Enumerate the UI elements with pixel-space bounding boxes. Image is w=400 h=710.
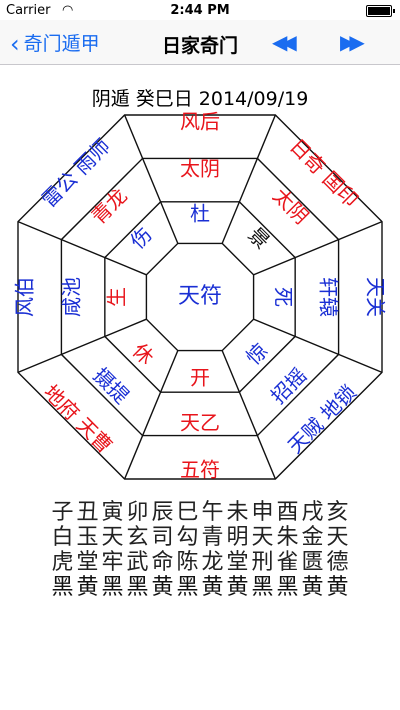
- day-table-cell: 巳: [176, 500, 199, 525]
- day-table-cell: 黄: [76, 575, 99, 600]
- palace-sw-middle-label: 太阴: [268, 184, 313, 229]
- day-table-cell: 申: [251, 500, 274, 525]
- sector-divider: [123, 114, 179, 244]
- day-table-cell: 堂: [76, 550, 99, 575]
- day-table-cell: 黄: [226, 575, 249, 600]
- palace-s-inner-label: 杜: [190, 202, 210, 226]
- day-table-cell: 卯: [126, 500, 149, 525]
- day-table-cell: 匮: [301, 550, 324, 575]
- day-table-cell: 明: [226, 525, 249, 550]
- sector-divider: [253, 318, 383, 374]
- day-table-cell: 丑: [76, 500, 99, 525]
- day-table-row: 子丑寅卯辰巳午未申酉戌亥: [50, 500, 350, 525]
- palace-se-inner-label: 伤: [125, 222, 156, 253]
- day-table-cell: 青: [201, 525, 224, 550]
- sector-divider: [17, 220, 147, 276]
- day-table-cell: 天: [326, 525, 349, 550]
- palace-e-middle-label: 咸池: [60, 277, 84, 317]
- day-table-cell: 午: [201, 500, 224, 525]
- day-table-cell: 黑: [126, 575, 149, 600]
- day-table-cell: 刑: [251, 550, 274, 575]
- previous-day-button[interactable]: ◀◀: [272, 30, 297, 54]
- day-table-cell: 雀: [276, 550, 299, 575]
- next-day-button[interactable]: ▶▶: [340, 30, 365, 54]
- palace-n-inner-label: 开: [190, 366, 210, 390]
- day-table-cell: 亥: [326, 500, 349, 525]
- day-table-cell: 牢: [101, 550, 124, 575]
- sector-divider: [253, 220, 383, 276]
- day-table-cell: 虎: [51, 550, 74, 575]
- day-table-cell: 玄: [126, 525, 149, 550]
- day-table-cell: 黑: [276, 575, 299, 600]
- day-table-row: 虎堂牢武命陈龙堂刑雀匮德: [50, 550, 350, 575]
- day-table-row: 黑黄黑黑黄黑黄黄黑黑黄黄: [50, 575, 350, 600]
- day-table-cell: 天: [101, 525, 124, 550]
- palace-w-outer-label: 天关: [364, 277, 388, 317]
- day-table-cell: 白: [51, 525, 74, 550]
- navigation-bar: ‹ 奇门遁甲 日家奇门 ◀◀ ▶▶: [0, 20, 400, 65]
- palace-s-middle-label: 太阴: [180, 157, 220, 181]
- day-table: 子丑寅卯辰巳午未申酉戌亥白玉天玄司勾青明天朱金天虎堂牢武命陈龙堂刑雀匮德黑黄黑黑…: [50, 500, 350, 600]
- rewind-icon: ◀◀: [272, 30, 297, 54]
- palace-n-middle-label: 天乙: [180, 411, 220, 435]
- day-table-cell: 命: [151, 550, 174, 575]
- day-table-cell: 黄: [151, 575, 174, 600]
- day-table-cell: 武: [126, 550, 149, 575]
- sector-divider: [221, 114, 277, 244]
- palace-w-inner-label: 死: [272, 287, 296, 307]
- date-line: 阴遁 癸巳日 2014/09/19: [91, 88, 309, 110]
- day-table-cell: 黄: [201, 575, 224, 600]
- palace-s-outer-label: 风后: [180, 110, 220, 134]
- day-table-cell: 戌: [301, 500, 324, 525]
- day-table-cell: 司: [151, 525, 174, 550]
- day-table-cell: 寅: [101, 500, 124, 525]
- day-table-cell: 子: [51, 500, 74, 525]
- day-table-cell: 辰: [151, 500, 174, 525]
- day-table-cell: 堂: [226, 550, 249, 575]
- palace-e-outer-label: 风伯: [13, 277, 37, 317]
- qimen-octagon-chart: 天符 杜太阴风后景太阴日奇 国印死 轩辕 天关惊招摇天贼 地锁开天乙五符休摄提地府 …: [13, 110, 388, 482]
- day-table-cell: 黑: [251, 575, 274, 600]
- sector-divider: [17, 318, 147, 374]
- palace-nw-inner-label: 惊: [241, 338, 272, 369]
- fast-forward-icon: ▶▶: [340, 30, 365, 54]
- palace-w-middle-label: 轩辕: [317, 277, 341, 317]
- sector-divider: [123, 350, 179, 480]
- day-table-cell: 黄: [301, 575, 324, 600]
- status-time: 2:44 PM: [170, 3, 230, 18]
- day-table-cell: 德: [326, 550, 349, 575]
- day-table-cell: 黑: [51, 575, 74, 600]
- palace-n-outer-label: 五符: [180, 458, 220, 482]
- palace-sw-inner-label: 景: [243, 222, 274, 253]
- day-table-cell: 陈: [176, 550, 199, 575]
- day-table-cell: 天: [251, 525, 274, 550]
- day-table-row: 白玉天玄司勾青明天朱金天: [50, 525, 350, 550]
- day-table-cell: 酉: [276, 500, 299, 525]
- day-table-cell: 未: [226, 500, 249, 525]
- palace-ne-middle-label: 摄提: [89, 363, 134, 408]
- sector-divider: [221, 350, 277, 480]
- day-table-cell: 龙: [201, 550, 224, 575]
- status-bar: Carrier ◠ 2:44 PM: [0, 0, 400, 20]
- day-table-cell: 黑: [176, 575, 199, 600]
- day-table-cell: 朱: [276, 525, 299, 550]
- day-table-cell: 金: [301, 525, 324, 550]
- palace-e-inner-label: 生: [105, 287, 129, 307]
- day-table-cell: 黑: [101, 575, 124, 600]
- day-table-cell: 黄: [326, 575, 349, 600]
- palace-se-middle-label: 青龙: [87, 184, 132, 229]
- battery-icon: [366, 5, 395, 17]
- day-table-cell: 勾: [176, 525, 199, 550]
- palace-ne-inner-label: 休: [128, 338, 159, 369]
- palace-nw-middle-label: 招摇: [266, 363, 311, 408]
- center-label: 天符: [178, 284, 222, 309]
- day-table-cell: 玉: [76, 525, 99, 550]
